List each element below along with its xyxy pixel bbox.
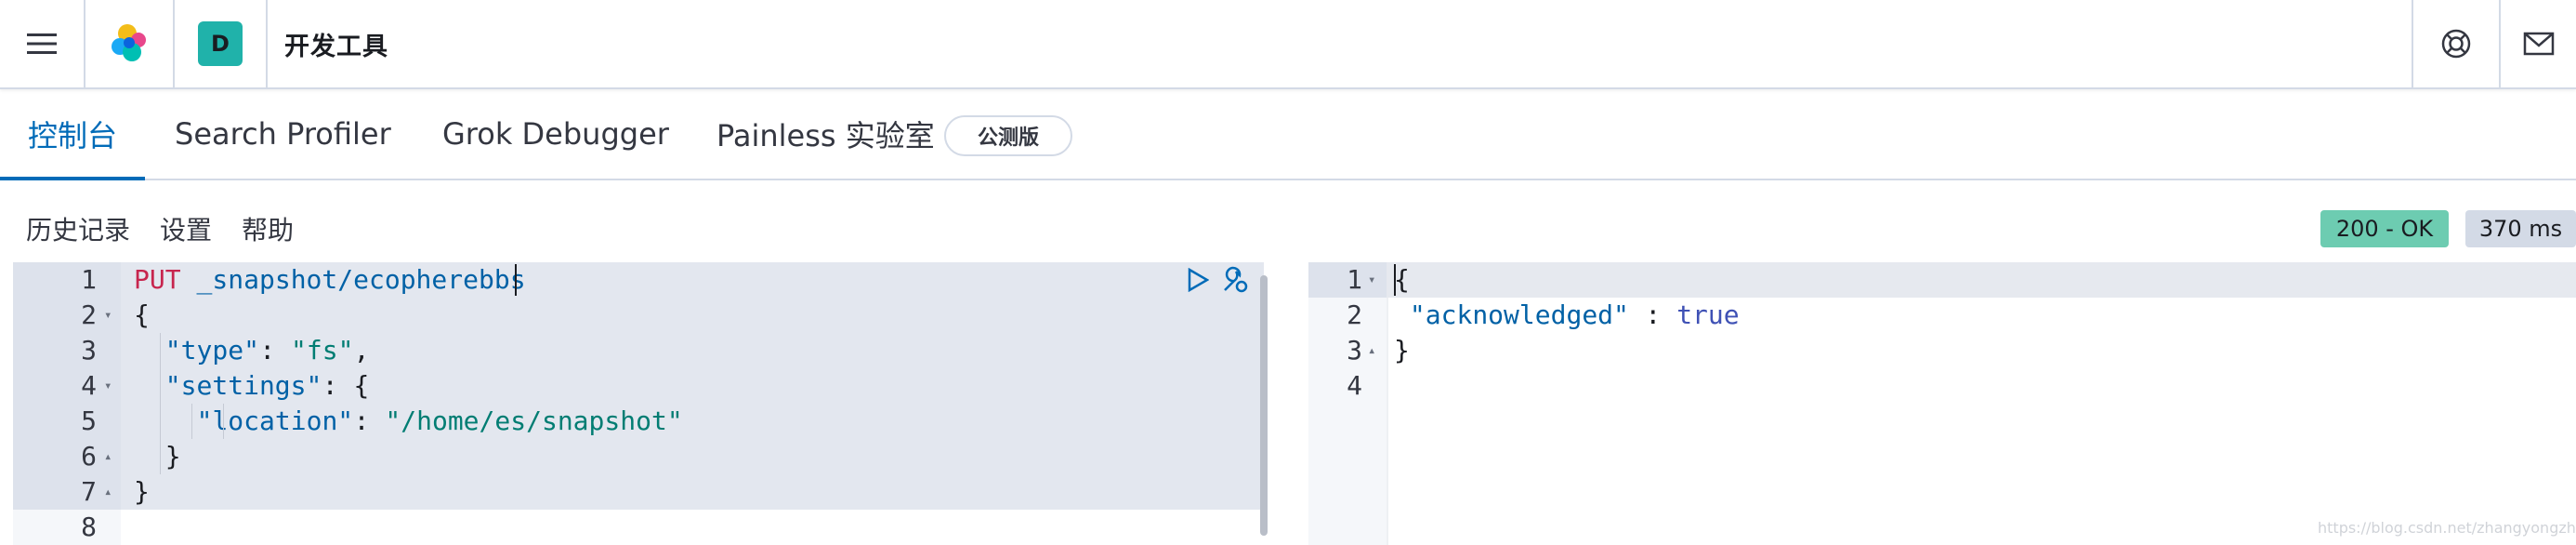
code-token: true (1676, 299, 1740, 330)
page-title: 开发工具 (284, 32, 388, 61)
code-token: , (353, 335, 370, 366)
code-token: { (1394, 264, 1410, 295)
code-token: } (1394, 335, 1410, 366)
settings-link[interactable]: 设置 (160, 210, 212, 247)
line-number: 7 (81, 476, 97, 507)
code-token: "type" (164, 335, 259, 366)
play-icon (1188, 268, 1209, 292)
top-header: D 开发工具 (0, 0, 2576, 89)
request-editor-scrollbar[interactable] (1260, 275, 1268, 536)
line-number: 8 (81, 512, 97, 542)
code-token: "/home/es/snapshot" (385, 405, 683, 436)
line-number: 1 (81, 264, 97, 295)
active-line-highlight (1387, 262, 2576, 298)
code-token: : (353, 405, 386, 436)
help-link[interactable]: 帮助 (242, 210, 294, 247)
tab-console[interactable]: 控制台 (0, 89, 145, 180)
line-number: 5 (81, 405, 97, 436)
header-divider (266, 0, 268, 87)
fold-toggle-icon[interactable]: ▴ (1368, 333, 1375, 368)
request-options-button[interactable] (1221, 266, 1249, 294)
code-token: } (134, 476, 150, 507)
space-selector-button[interactable]: D (175, 0, 266, 87)
editor-split-divider[interactable] (1268, 262, 1308, 545)
indent-guide (191, 404, 192, 439)
beta-badge: 公测版 (944, 115, 1072, 156)
indent-guide (223, 404, 224, 439)
request-editor[interactable]: 1 PUT _snapshot/ecopherebbs 2 ▾{3 "type": "f… (13, 262, 1264, 545)
status-badge: 200 - OK (2320, 210, 2449, 247)
hamburger-icon (27, 33, 57, 54)
code-token: "fs" (291, 335, 354, 366)
text-cursor (1394, 264, 1396, 296)
line-number: 2 (1347, 299, 1362, 330)
breadcrumb: 开发工具 (284, 0, 388, 87)
line-number: 6 (81, 441, 97, 472)
line-number: 3 (81, 335, 97, 366)
elastic-logo-link[interactable] (85, 0, 173, 87)
response-editor: 1 ▾ {2 "acknowledged" : true 3 ▴} 4 (1308, 262, 2576, 545)
elastic-logo-icon (112, 24, 146, 61)
code-token: _snapshot/ecopherebbs (180, 264, 526, 295)
history-link[interactable]: 历史记录 (26, 210, 130, 247)
tab-search-profiler[interactable]: Search Profiler (175, 89, 391, 179)
code-token: : (259, 335, 291, 366)
watermark: https://blog.csdn.net/zhangyongzhangyong (2318, 519, 2576, 537)
line-number: 4 (81, 370, 97, 401)
code-token: "location" (196, 405, 354, 436)
line-number: 4 (1347, 370, 1362, 401)
code-token: { (134, 299, 150, 330)
fold-toggle-icon[interactable]: ▴ (104, 439, 112, 474)
menu-toggle-button[interactable] (0, 0, 84, 87)
code-token: : { (322, 370, 370, 401)
indent-guide (160, 333, 161, 474)
devtools-tabs: 控制台 Search Profiler Grok Debugger Painle… (0, 89, 2576, 180)
code-token: } (164, 441, 181, 472)
text-cursor (515, 264, 517, 296)
fold-toggle-icon[interactable]: ▴ (104, 474, 112, 510)
space-avatar: D (198, 21, 243, 66)
run-request-button[interactable] (1184, 266, 1212, 294)
code-token: : (1629, 299, 1677, 330)
line-number: 2 (81, 299, 97, 330)
code-token: "acknowledged" (1409, 299, 1629, 330)
fold-toggle-icon[interactable]: ▾ (104, 298, 112, 333)
line-number: 1 (1347, 264, 1362, 295)
help-menu-button[interactable] (2413, 0, 2499, 87)
fold-toggle-icon[interactable]: ▾ (104, 368, 112, 404)
help-lifebuoy-icon (2441, 29, 2471, 59)
line-number: 3 (1347, 335, 1362, 366)
wrench-icon (1224, 266, 1248, 293)
request-time-badge: 370 ms (2465, 210, 2576, 247)
code-token: PUT (134, 264, 181, 295)
tab-painless-lab[interactable]: Painless 实验室 (716, 89, 935, 179)
mail-icon (2523, 32, 2554, 56)
fold-toggle-icon[interactable]: ▾ (1368, 262, 1375, 298)
news-feed-button[interactable] (2501, 0, 2576, 87)
code-token: "settings" (164, 370, 322, 401)
tab-grok-debugger[interactable]: Grok Debugger (442, 89, 669, 179)
